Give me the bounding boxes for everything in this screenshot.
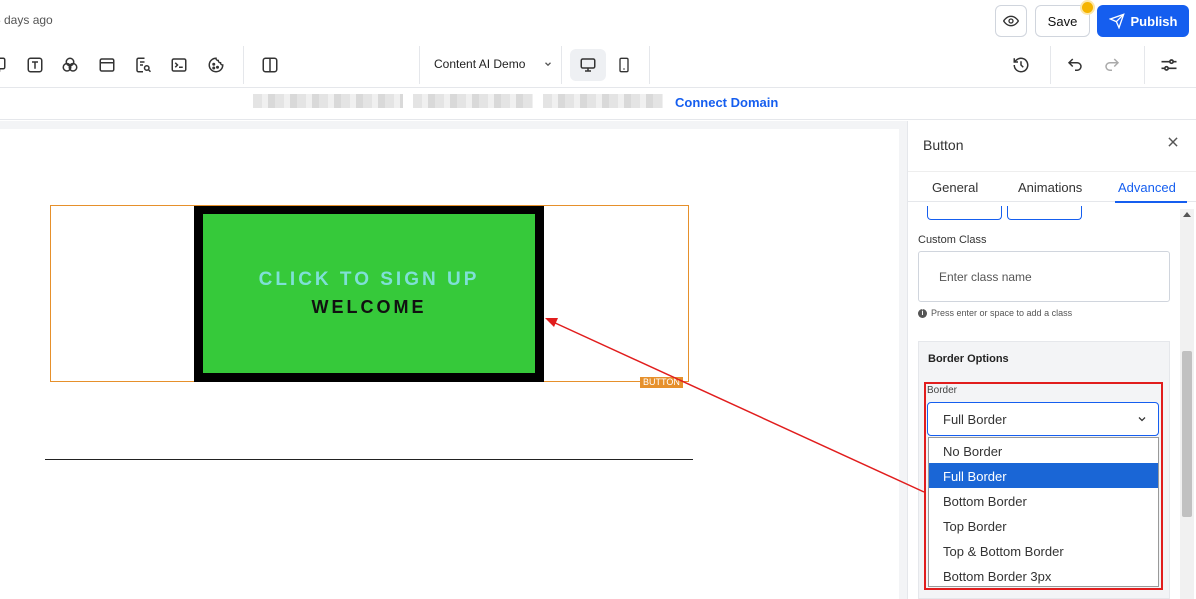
annotation-arrow xyxy=(545,318,925,493)
